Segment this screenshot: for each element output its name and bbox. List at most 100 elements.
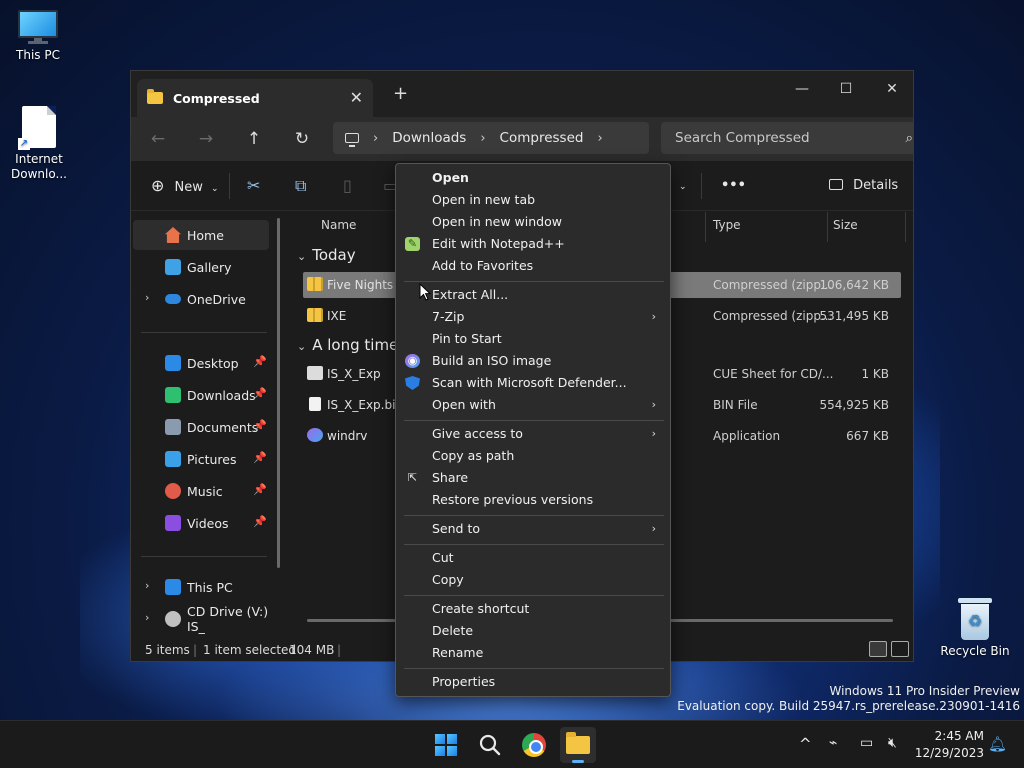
menu-item-share[interactable]: ⇱ Share: [396, 467, 670, 489]
tab-close-icon[interactable]: ✕: [350, 88, 363, 107]
pin-icon[interactable]: 📌: [253, 355, 267, 368]
search-button[interactable]: [472, 727, 508, 763]
sidebar-item-home[interactable]: Home: [133, 220, 269, 250]
chevron-right-icon[interactable]: ›: [373, 131, 378, 146]
sidebar-item-desktop[interactable]: Desktop 📌: [133, 348, 269, 378]
tiles-view-button[interactable]: [891, 641, 909, 657]
this-pc-icon[interactable]: [345, 133, 359, 147]
tab-compressed[interactable]: Compressed ✕: [137, 79, 373, 117]
column-header-type[interactable]: Type: [713, 218, 741, 232]
sidebar-item-this-pc[interactable]: › This PC: [133, 572, 269, 602]
paste-button[interactable]: ▯: [343, 175, 352, 197]
menu-item-delete[interactable]: Delete: [396, 620, 670, 642]
system-clock[interactable]: 2:45 AM 12/29/2023: [915, 728, 984, 762]
menu-item-open-new-tab[interactable]: Open in new tab: [396, 189, 670, 211]
menu-item-create-shortcut[interactable]: Create shortcut: [396, 598, 670, 620]
show-hidden-icons-button[interactable]: ^: [799, 735, 812, 753]
menu-item-add-favorites[interactable]: Add to Favorites: [396, 255, 670, 277]
sidebar-item-label: CD Drive (V:) IS_: [187, 604, 269, 634]
chevron-right-icon[interactable]: ›: [145, 579, 149, 592]
column-divider[interactable]: [705, 212, 706, 242]
sidebar-item-onedrive[interactable]: › OneDrive: [133, 284, 269, 314]
volume-muted-icon[interactable]: 🔇︎: [888, 735, 897, 751]
notification-bell-icon[interactable]: 🔔︎: [988, 735, 1007, 753]
selection-count: 1 item selected: [203, 643, 297, 657]
back-button[interactable]: ←: [145, 127, 171, 151]
pin-icon[interactable]: 📌: [253, 483, 267, 496]
menu-item-label: Scan with Microsoft Defender...: [432, 375, 627, 390]
chrome-taskbar-button[interactable]: [516, 727, 552, 763]
menu-item-give-access[interactable]: Give access to ›: [396, 423, 670, 445]
forward-button[interactable]: →: [193, 127, 219, 151]
sidebar-item-downloads[interactable]: Downloads 📌: [133, 380, 269, 410]
desktop-icon-internet-download[interactable]: ↗ Internet Downlo...: [0, 106, 78, 182]
column-divider[interactable]: [827, 212, 828, 242]
new-button[interactable]: ⊕ New ⌄: [151, 175, 219, 197]
pin-icon[interactable]: 📌: [253, 451, 267, 464]
details-button[interactable]: Details: [829, 175, 898, 197]
menu-item-open-with[interactable]: Open with ›: [396, 394, 670, 416]
menu-item-properties[interactable]: Properties: [396, 671, 670, 693]
column-divider[interactable]: [905, 212, 906, 242]
breadcrumb-downloads[interactable]: Downloads: [392, 130, 466, 146]
column-header-name[interactable]: Name: [321, 218, 356, 232]
column-header-size[interactable]: Size: [833, 218, 858, 232]
menu-item-7zip[interactable]: 7-Zip ›: [396, 306, 670, 328]
search-input[interactable]: Search Compressed ⌕: [661, 122, 913, 154]
desktop-icon-this-pc[interactable]: This PC: [0, 10, 76, 63]
sidebar-scrollbar[interactable]: [277, 218, 280, 568]
pin-icon[interactable]: 📌: [253, 387, 267, 400]
sidebar-item-music[interactable]: Music 📌: [133, 476, 269, 506]
new-tab-button[interactable]: +: [393, 83, 408, 104]
copy-button[interactable]: ⧉: [295, 175, 306, 197]
display-icon[interactable]: ▭: [860, 735, 873, 751]
chevron-right-icon[interactable]: ›: [145, 291, 149, 304]
pin-icon[interactable]: 📌: [253, 419, 267, 432]
sidebar-item-gallery[interactable]: Gallery: [133, 252, 269, 282]
chevron-right-icon[interactable]: ›: [480, 131, 485, 146]
sidebar-item-videos[interactable]: Videos 📌: [133, 508, 269, 538]
sidebar-item-pictures[interactable]: Pictures 📌: [133, 444, 269, 474]
menu-item-build-iso[interactable]: ◉ Build an ISO image: [396, 350, 670, 372]
sidebar-item-documents[interactable]: Documents 📌: [133, 412, 269, 442]
paste-icon: ▯: [343, 176, 352, 195]
chevron-right-icon[interactable]: ›: [145, 611, 149, 624]
details-view-button[interactable]: [869, 641, 887, 657]
documents-icon: [165, 419, 181, 435]
maximize-button[interactable]: ☐: [823, 75, 869, 103]
menu-item-pin-start[interactable]: Pin to Start: [396, 328, 670, 350]
start-button[interactable]: [428, 727, 464, 763]
up-button[interactable]: ↑: [241, 127, 267, 151]
breadcrumb-compressed[interactable]: Compressed: [500, 130, 584, 146]
menu-item-label: Give access to: [432, 426, 523, 441]
menu-item-open-new-window[interactable]: Open in new window: [396, 211, 670, 233]
menu-item-copy-path[interactable]: Copy as path: [396, 445, 670, 467]
menu-item-edit-notepadpp[interactable]: ✎ Edit with Notepad++: [396, 233, 670, 255]
chevron-down-icon: ⌄: [297, 340, 307, 353]
separator: |: [337, 643, 342, 657]
minimize-button[interactable]: —: [779, 75, 825, 103]
file-explorer-taskbar-button[interactable]: [560, 727, 596, 763]
group-header-long-time[interactable]: ⌄ A long time: [297, 336, 398, 354]
address-bar[interactable]: › Downloads › Compressed ›: [333, 122, 649, 154]
menu-item-scan-defender[interactable]: Scan with Microsoft Defender...: [396, 372, 670, 394]
notepadpp-icon: ✎: [405, 237, 420, 251]
refresh-button[interactable]: ↻: [289, 127, 315, 151]
see-more-button[interactable]: •••: [721, 175, 746, 197]
group-header-today[interactable]: ⌄ Today: [297, 246, 356, 264]
network-disconnected-icon[interactable]: ⌁: [829, 735, 837, 751]
menu-item-open[interactable]: Open: [396, 167, 670, 189]
chevron-right-icon[interactable]: ›: [597, 131, 602, 146]
menu-item-extract-all[interactable]: Extract All...: [396, 284, 670, 306]
desktop-icon-recycle-bin[interactable]: ♻ Recycle Bin: [937, 598, 1013, 659]
close-button[interactable]: ✕: [869, 75, 913, 103]
view-dropdown[interactable]: ⌄: [679, 175, 687, 197]
menu-item-send-to[interactable]: Send to ›: [396, 518, 670, 540]
menu-item-cut[interactable]: Cut: [396, 547, 670, 569]
menu-item-restore-versions[interactable]: Restore previous versions: [396, 489, 670, 511]
menu-item-copy[interactable]: Copy: [396, 569, 670, 591]
menu-item-rename[interactable]: Rename: [396, 642, 670, 664]
pin-icon[interactable]: 📌: [253, 515, 267, 528]
sidebar-item-cd-drive[interactable]: › CD Drive (V:) IS_: [133, 604, 269, 634]
cut-button[interactable]: ✂: [247, 175, 260, 197]
